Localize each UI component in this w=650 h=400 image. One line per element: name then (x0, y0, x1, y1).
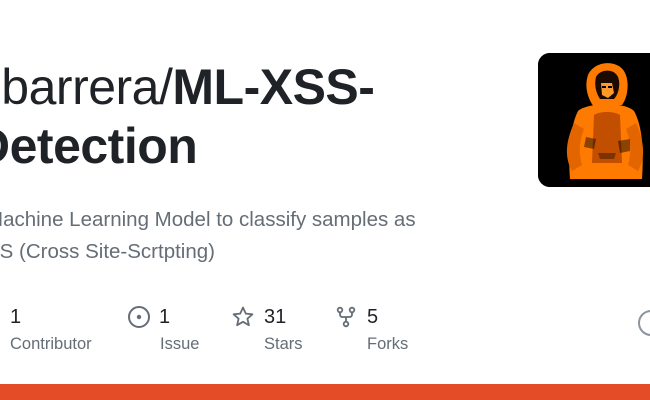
forks-label: Forks (367, 335, 409, 353)
owner-avatar[interactable] (538, 53, 650, 187)
repo-description-line2: SS (Cross Site-Scrtpting) (0, 240, 215, 263)
repo-description-line1: Machine Learning Model to classify sampl… (0, 208, 416, 231)
forks-count: 5 (367, 306, 379, 328)
issues-count: 1 (159, 306, 171, 328)
language-bar (0, 384, 650, 400)
contributors-count: 1 (10, 306, 22, 328)
star-icon (231, 305, 255, 329)
issue-opened-icon (127, 305, 151, 329)
github-mark-icon (638, 310, 650, 336)
repo-name-line2[interactable]: Detection (0, 118, 198, 174)
repo-forked-icon (334, 305, 358, 329)
hooded-figure-image (538, 53, 650, 187)
stars-count: 31 (264, 306, 287, 328)
repo-social-card: obarrera/ML-XSS- Detection Machine Learn… (0, 0, 650, 400)
repo-name-line1[interactable]: ML-XSS- (172, 59, 375, 115)
repo-description: Machine Learning Model to classify sampl… (0, 204, 486, 268)
stars-label: Stars (264, 335, 303, 353)
repo-owner[interactable]: obarrera/ (0, 59, 173, 115)
repo-title[interactable]: obarrera/ML-XSS- Detection (0, 58, 464, 176)
issues-label: Issue (160, 335, 200, 353)
contributors-label: Contributor (10, 335, 92, 353)
